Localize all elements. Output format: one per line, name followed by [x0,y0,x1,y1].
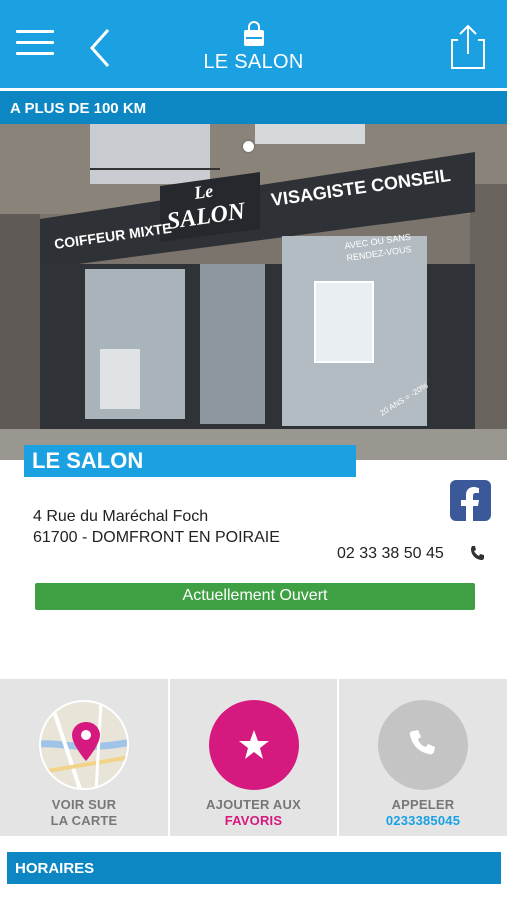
map-pin-icon [41,702,127,788]
view-on-map-button[interactable]: VOIR SUR LA CARTE [0,679,168,836]
business-phone[interactable]: 02 33 38 50 45 [337,545,444,563]
hamburger-icon-line [16,52,54,55]
chevron-left-icon [89,29,110,67]
map-thumbnail [39,700,129,790]
action-row: VOIR SUR LA CARTE AJOUTER AUX FAVORIS AP… [0,679,507,836]
distance-banner: A PLUS DE 100 KM [0,91,507,124]
add-to-favorites-button[interactable]: AJOUTER AUX FAVORIS [170,679,337,836]
hours-section-header[interactable]: HORAIRES [7,852,501,884]
facebook-icon[interactable] [450,480,491,521]
favorite-label-line1: AJOUTER AUX [206,797,301,812]
favorite-label: AJOUTER AUX FAVORIS [170,797,337,829]
map-label-line1: VOIR SUR [51,797,117,812]
phone-icon[interactable] [469,545,485,561]
map-label-line2: LA CARTE [50,813,118,828]
share-icon [451,24,485,69]
storefront-photo[interactable]: COIFFEUR MIXTE Le SALON VISAGISTE CONSEI… [0,124,507,460]
facebook-logo [461,487,479,521]
open-status-badge: Actuellement Ouvert [35,583,475,610]
phone-icon [409,730,435,755]
storefront-image: COIFFEUR MIXTE Le SALON VISAGISTE CONSEI… [0,124,507,460]
header-title-group: LE SALON [150,20,357,74]
page-title: LE SALON [203,51,304,73]
business-name: LE SALON [24,445,356,477]
star-icon [239,730,269,759]
hamburger-icon-line [16,41,54,44]
address-street: 4 Rue du Maréchal Foch [33,508,209,525]
app-header: LE SALON [0,0,507,88]
call-label-phone: 0233385045 [385,813,461,828]
address-city: 61700 - DOMFRONT EN POIRAIE [33,529,280,546]
sign-logo-top: Le [192,181,215,204]
call-label: APPELER 0233385045 [339,797,507,829]
call-button[interactable]: APPELER 0233385045 [339,679,507,836]
share-button[interactable] [448,22,488,72]
favorite-circle [209,700,299,790]
call-label-line1: APPELER [391,797,455,812]
carousel-indicator[interactable] [243,141,254,152]
favorite-label-line2: FAVORIS [224,813,283,828]
hamburger-icon [16,30,54,33]
call-circle [378,700,468,790]
business-address: 4 Rue du Maréchal Foch 61700 - DOMFRONT … [33,506,280,548]
hamburger-menu-button[interactable] [16,30,54,62]
shopping-bag-icon [243,21,264,46]
map-label: VOIR SUR LA CARTE [0,797,168,829]
back-button[interactable] [86,26,116,70]
